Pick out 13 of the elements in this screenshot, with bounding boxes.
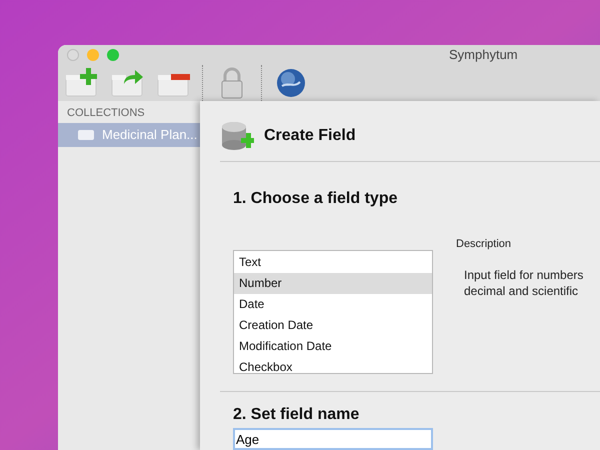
description-label: Description [456, 237, 512, 252]
folder-icon [78, 130, 94, 140]
field-name-input[interactable]: Age [233, 428, 433, 450]
section-heading: 1. Choose a field type [233, 189, 398, 209]
zoom-button[interactable] [107, 48, 119, 61]
close-button[interactable] [67, 48, 79, 61]
description-text: Input field for numbers decimal and scientific [464, 266, 584, 298]
panel-title: Create Field [264, 126, 356, 146]
section-heading: 2. Set field name [233, 405, 360, 425]
sidebar-heading: COLLECTIONS [66, 106, 146, 121]
database-add-icon [220, 119, 254, 153]
window-title: Symphytum [449, 46, 518, 64]
list-item[interactable]: Number [234, 273, 432, 294]
